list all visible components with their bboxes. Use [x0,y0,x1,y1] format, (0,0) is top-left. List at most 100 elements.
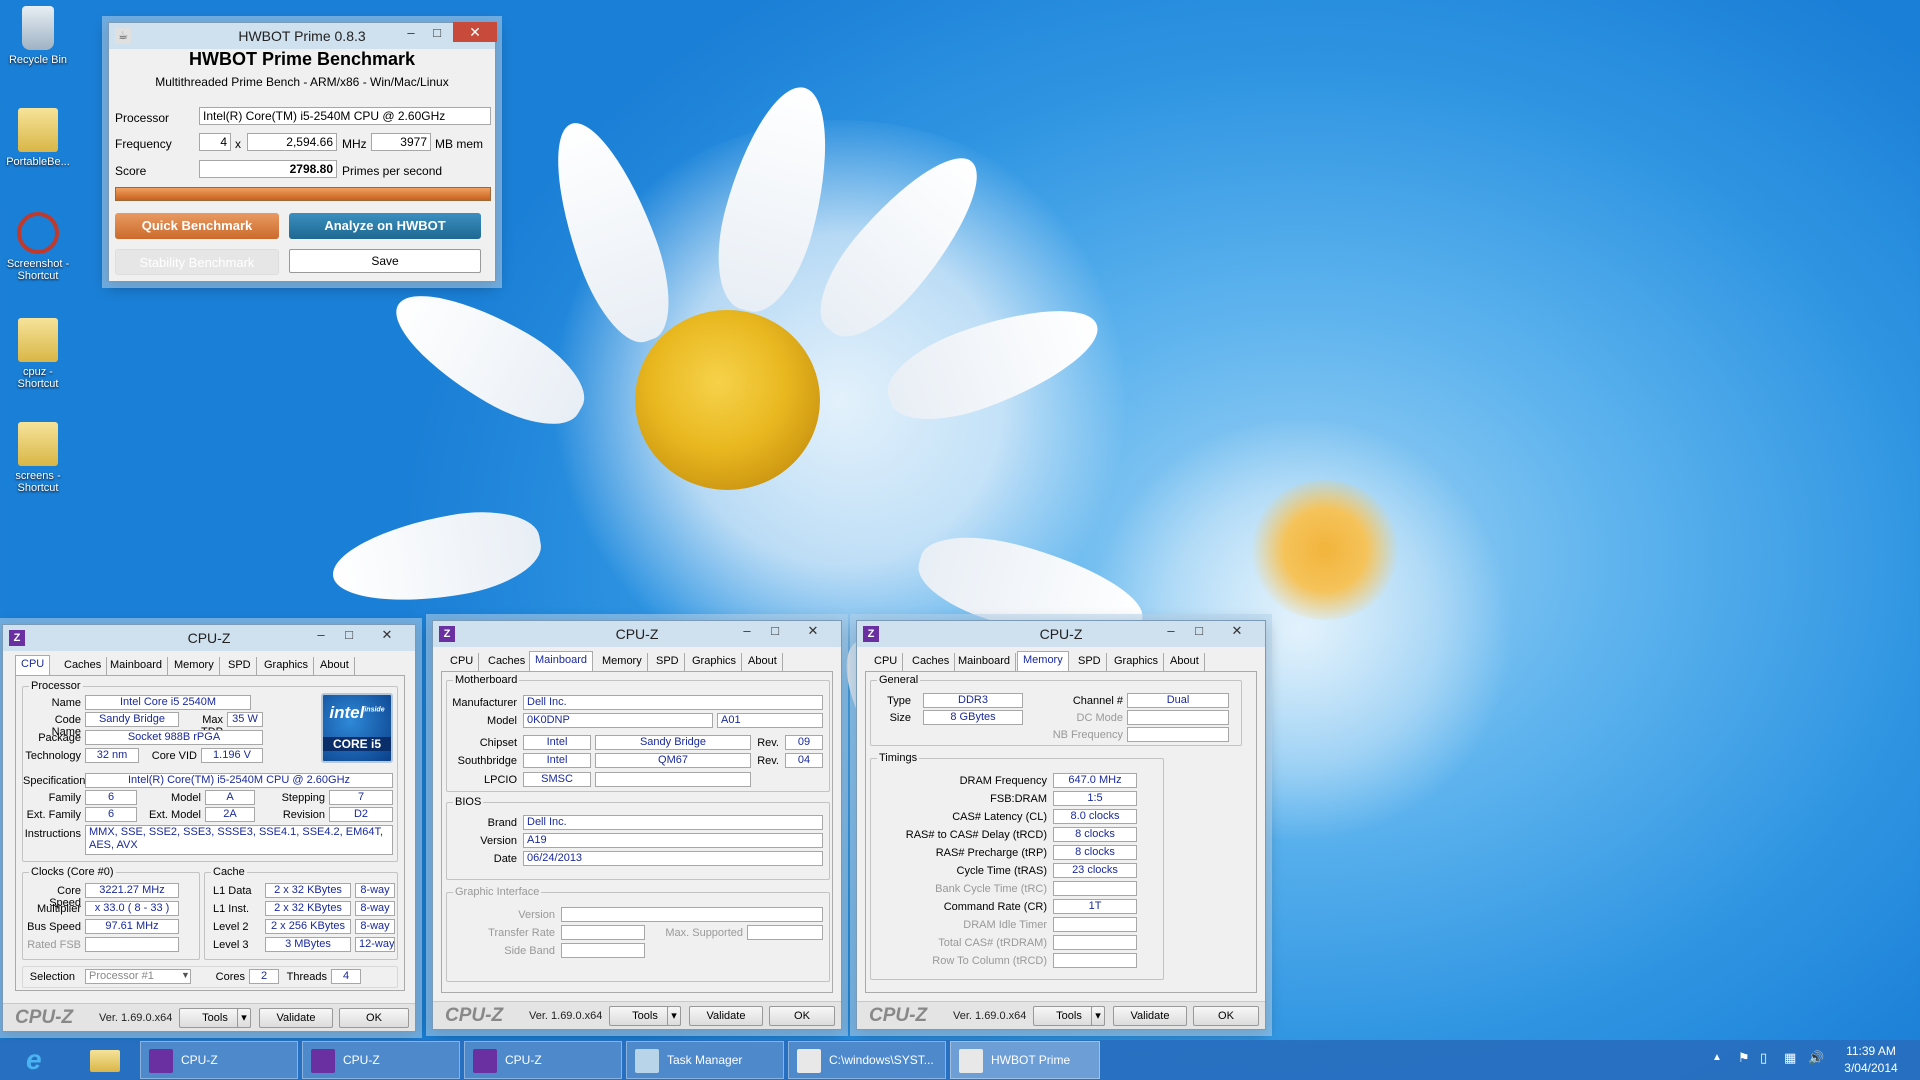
type-field: DDR3 [923,693,1023,708]
processor-select[interactable]: Processor #1 [85,969,191,984]
tab-caches[interactable]: Caches [59,657,108,675]
title-bar[interactable]: Z CPU-Z – □ ✕ [857,621,1265,647]
tools-dropdown-icon[interactable]: ▾ [1091,1006,1105,1026]
tools-dropdown-icon[interactable]: ▾ [237,1008,251,1028]
minimize-button[interactable]: – [1157,621,1185,643]
stability-benchmark-button[interactable]: Stability Benchmark [115,249,279,275]
clock-date[interactable]: 3/04/2014 [1836,1061,1906,1075]
mhz-label: MHz [342,137,367,151]
tab-cpu[interactable]: CPU [445,653,480,671]
ok-button[interactable]: OK [769,1006,835,1026]
tab-mainboard[interactable]: Mainboard [529,651,593,672]
chevron-down-icon[interactable]: ▼ [181,970,190,980]
validate-button[interactable]: Validate [689,1006,763,1026]
close-button[interactable]: ✕ [453,22,497,42]
app-subheading: Multithreaded Prime Bench - ARM/x86 - Wi… [155,75,449,89]
level2-label: Level 2 [213,921,249,933]
close-button[interactable]: ✕ [1215,621,1259,643]
minimize-button[interactable]: – [397,23,425,45]
maximize-button[interactable]: □ [335,625,363,647]
channel-label: Channel # [1072,695,1123,707]
taskbar-item-hwbot[interactable]: HWBOT Prime 0.8.3 [950,1041,1100,1079]
tab-about[interactable]: About [743,653,783,671]
tab-about[interactable]: About [315,657,355,675]
tab-caches[interactable]: Caches [483,653,532,671]
progress-bar [115,187,491,201]
network-icon[interactable]: ▦ [1784,1050,1796,1066]
show-hidden-icons-icon[interactable]: ▲ [1712,1052,1722,1063]
tab-mainboard[interactable]: Mainboard [105,657,168,675]
file-explorer-icon[interactable] [90,1050,120,1072]
tab-graphics[interactable]: Graphics [687,653,743,671]
tab-mainboard[interactable]: Mainboard [953,653,1016,671]
gi-side-band-field [561,943,645,958]
tab-cpu[interactable]: CPU [15,655,51,676]
taskbar-item-cpuz-1[interactable]: CPU-Z [140,1041,298,1079]
manufacturer-field: Dell Inc. [523,695,823,710]
maximize-button[interactable]: □ [1185,621,1213,643]
taskbar-item-cpuz-3[interactable]: CPU-Z [464,1041,622,1079]
minimize-button[interactable]: – [733,621,761,643]
power-icon[interactable]: ▯ [1760,1050,1767,1066]
taskbar-item-task-manager[interactable]: Task Manager [626,1041,784,1079]
cores-label: Cores [215,971,245,983]
score-field: 2798.80 [199,160,337,178]
ok-button[interactable]: OK [1193,1006,1259,1026]
validate-button[interactable]: Validate [1113,1006,1187,1026]
l1-data-label: L1 Data [213,885,252,897]
taskbar-item-cpuz-2[interactable]: CPU-Z [302,1041,460,1079]
close-button[interactable]: ✕ [365,625,409,647]
dram-frequency-label: DRAM Frequency [959,775,1047,787]
hwbot-window: ☕ HWBOT Prime 0.8.3 – □ ✕ HWBOT Prime Be… [108,22,497,282]
dc-mode-field [1127,710,1229,725]
title-bar[interactable]: Z CPU-Z – □ ✕ [3,625,415,651]
tools-dropdown-icon[interactable]: ▾ [667,1006,681,1026]
screenshot-shortcut-icon[interactable]: Screenshot - Shortcut [4,212,72,282]
ok-button[interactable]: OK [339,1008,409,1028]
volume-icon[interactable]: 🔊 [1808,1050,1824,1066]
tab-memory[interactable]: Memory [1017,651,1069,672]
tab-cpu[interactable]: CPU [869,653,904,671]
threads-label: Threads [286,971,327,983]
bios-group-title: BIOS [453,796,484,808]
size-field: 8 GBytes [923,710,1023,725]
southbridge-vendor-field: Intel [523,753,591,768]
cache-group-title: Cache [211,866,247,878]
taskbar-item-cmd[interactable]: C:\windows\SYST... [788,1041,946,1079]
maximize-button[interactable]: □ [423,23,451,45]
model-field: 0K0DNP [523,713,713,728]
tab-about[interactable]: About [1165,653,1205,671]
tab-spd[interactable]: SPD [1073,653,1107,671]
threads-field: 4 [199,133,231,151]
folder-shortcut-icon[interactable]: cpuz - Shortcut [4,318,72,390]
quick-benchmark-button[interactable]: Quick Benchmark [115,213,279,239]
save-button[interactable]: Save [289,249,481,273]
title-bar[interactable]: Z CPU-Z – □ ✕ [433,621,841,647]
tab-graphics[interactable]: Graphics [259,657,315,675]
dram-idle-timer-label: DRAM Idle Timer [963,919,1047,931]
folder-icon[interactable]: PortableBe... [4,108,72,168]
chipset-rev-label: Rev. [757,737,779,749]
analyze-on-hwbot-button[interactable]: Analyze on HWBOT [289,213,481,239]
score-unit-label: Primes per second [342,164,443,178]
maximize-button[interactable]: □ [761,621,789,643]
southbridge-rev-field: 04 [785,753,823,768]
recycle-bin-icon[interactable]: Recycle Bin [4,6,72,66]
title-bar[interactable]: ☕ HWBOT Prime 0.8.3 – □ ✕ [109,22,497,49]
tab-spd[interactable]: SPD [651,653,685,671]
validate-button[interactable]: Validate [259,1008,333,1028]
tab-memory[interactable]: Memory [597,653,648,671]
instructions-label: Instructions [24,828,81,840]
tab-graphics[interactable]: Graphics [1109,653,1165,671]
clock-time[interactable]: 11:39 AM [1836,1044,1906,1058]
tab-memory[interactable]: Memory [169,657,220,675]
fsb-dram-field: 1:5 [1053,791,1137,806]
tab-spd[interactable]: SPD [223,657,257,675]
flag-icon[interactable]: ⚑ [1738,1050,1750,1066]
internet-explorer-icon[interactable]: e [26,1046,58,1074]
minimize-button[interactable]: – [307,625,335,647]
ext-model-field: 2A [205,807,255,822]
tab-caches[interactable]: Caches [907,653,956,671]
close-button[interactable]: ✕ [791,621,835,643]
folder-shortcut-icon[interactable]: screens - Shortcut [4,422,72,494]
